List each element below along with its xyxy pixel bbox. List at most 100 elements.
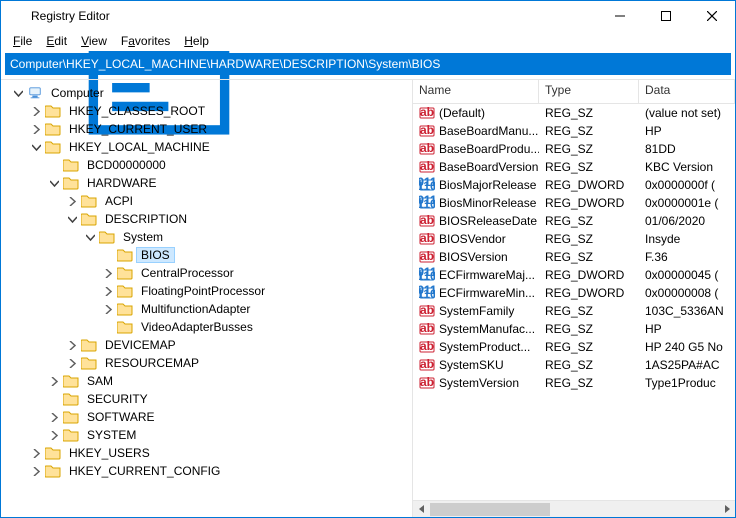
tree-node-sam[interactable]: SAM [47,372,412,390]
tree-node-devicemap[interactable]: DEVICEMAP [65,336,412,354]
chevron-right-icon[interactable] [29,104,43,118]
column-header-type[interactable]: Type [539,80,639,103]
chevron-down-icon[interactable] [83,230,97,244]
tree-node-bios[interactable]: BIOS [101,246,412,264]
value-row[interactable]: BiosMajorReleaseREG_DWORD0x0000000f ( [413,176,735,194]
menu-help[interactable]: Help [178,33,215,49]
chevron-right-icon[interactable] [101,266,115,280]
value-row[interactable]: BaseBoardManu...REG_SZHP [413,122,735,140]
tree-node-hku[interactable]: HKEY_USERS [29,444,412,462]
chevron-right-icon[interactable] [47,428,61,442]
value-row[interactable]: BIOSVendorREG_SZInsyde [413,230,735,248]
chevron-right-icon[interactable] [101,302,115,316]
chevron-down-icon[interactable] [65,212,79,226]
value-type: REG_SZ [539,106,639,120]
string-value-icon [419,339,435,355]
tree-node-centralprocessor[interactable]: CentralProcessor [101,264,412,282]
value-row[interactable]: BIOSReleaseDateREG_SZ01/06/2020 [413,212,735,230]
horizontal-scrollbar[interactable] [413,500,735,517]
string-value-icon [419,321,435,337]
value-row[interactable]: SystemProduct...REG_SZHP 240 G5 No [413,338,735,356]
value-type: REG_SZ [539,340,639,354]
tree-node-hkcr[interactable]: HKEY_CLASSES_ROOT [29,102,412,120]
tree-node-bcd[interactable]: BCD00000000 [47,156,412,174]
menu-favorites[interactable]: Favorites [115,33,176,49]
value-row[interactable]: BaseBoardVersionREG_SZKBC Version [413,158,735,176]
value-data: F.36 [639,250,735,264]
value-name: SystemProduct... [439,340,530,354]
minimize-button[interactable] [597,1,643,31]
chevron-right-icon[interactable] [101,284,115,298]
string-value-icon [419,357,435,373]
value-type: REG_DWORD [539,178,639,192]
value-row[interactable]: BaseBoardProdu...REG_SZ81DD [413,140,735,158]
string-value-icon [419,123,435,139]
tree-node-system-key[interactable]: SYSTEM [47,426,412,444]
value-name: BIOSReleaseDate [439,214,537,228]
value-data: 0x0000001e ( [639,196,735,210]
values-list[interactable]: (Default)REG_SZ(value not set)BaseBoardM… [413,104,735,500]
chevron-right-icon[interactable] [65,338,79,352]
folder-icon [99,229,115,245]
chevron-right-icon[interactable] [65,194,79,208]
binary-value-icon [419,285,435,301]
scroll-left-arrow-icon[interactable] [413,501,430,518]
tree-node-multifunction[interactable]: MultifunctionAdapter [101,300,412,318]
tree-node-resourcemap[interactable]: RESOURCEMAP [65,354,412,372]
chevron-down-icon[interactable] [47,176,61,190]
value-data: 0x0000000f ( [639,178,735,192]
chevron-right-icon[interactable] [29,446,43,460]
menu-file[interactable]: File [7,33,38,49]
menu-view[interactable]: View [75,33,113,49]
value-row[interactable]: SystemManufac...REG_SZHP [413,320,735,338]
value-row[interactable]: SystemSKUREG_SZ1AS25PA#AC [413,356,735,374]
computer-icon [27,85,43,101]
tree-node-software[interactable]: SOFTWARE [47,408,412,426]
chevron-right-icon[interactable] [29,464,43,478]
column-header-name[interactable]: Name [413,80,539,103]
tree-node-description[interactable]: DESCRIPTION [65,210,412,228]
value-type: REG_SZ [539,376,639,390]
folder-icon [63,373,79,389]
maximize-button[interactable] [643,1,689,31]
folder-icon [117,247,133,263]
app-icon [9,8,25,24]
chevron-down-icon[interactable] [11,86,25,100]
value-row[interactable]: ECFirmwareMin...REG_DWORD0x00000008 ( [413,284,735,302]
value-row[interactable]: BiosMinorReleaseREG_DWORD0x0000001e ( [413,194,735,212]
value-type: REG_SZ [539,250,639,264]
tree-node-hardware[interactable]: HARDWARE [47,174,412,192]
tree-node-hkcu[interactable]: HKEY_CURRENT_USER [29,120,412,138]
value-row[interactable]: BIOSVersionREG_SZF.36 [413,248,735,266]
tree-node-videoadapter[interactable]: VideoAdapterBusses [101,318,412,336]
string-value-icon [419,213,435,229]
scroll-right-arrow-icon[interactable] [718,501,735,518]
tree-node-system[interactable]: System [83,228,412,246]
tree-node-security[interactable]: SECURITY [47,390,412,408]
address-bar[interactable]: Computer\HKEY_LOCAL_MACHINE\HARDWARE\DES… [5,53,731,75]
close-button[interactable] [689,1,735,31]
value-row[interactable]: (Default)REG_SZ(value not set) [413,104,735,122]
chevron-down-icon[interactable] [29,140,43,154]
tree-node-hklm[interactable]: HKEY_LOCAL_MACHINE [29,138,412,156]
column-header-data[interactable]: Data [639,80,735,103]
scroll-thumb[interactable] [430,503,550,516]
tree-node-computer[interactable]: Computer [11,84,412,102]
window-title: Registry Editor [31,9,597,23]
chevron-right-icon[interactable] [29,122,43,136]
chevron-right-icon[interactable] [47,410,61,424]
value-row[interactable]: SystemVersionREG_SZType1Produc [413,374,735,392]
tree-pane[interactable]: Computer HKEY_CLASSES_ROOT HKEY_CURRENT_… [1,80,413,517]
value-name: SystemVersion [439,376,519,390]
chevron-right-icon[interactable] [47,374,61,388]
menu-edit[interactable]: Edit [40,33,73,49]
chevron-right-icon[interactable] [65,356,79,370]
folder-icon [117,301,133,317]
tree-node-floatingpoint[interactable]: FloatingPointProcessor [101,282,412,300]
value-row[interactable]: SystemFamilyREG_SZ103C_5336AN [413,302,735,320]
value-row[interactable]: ECFirmwareMaj...REG_DWORD0x00000045 ( [413,266,735,284]
values-header: Name Type Data [413,80,735,104]
titlebar[interactable]: Registry Editor [1,1,735,31]
tree-node-hkcc[interactable]: HKEY_CURRENT_CONFIG [29,462,412,480]
tree-node-acpi[interactable]: ACPI [65,192,412,210]
